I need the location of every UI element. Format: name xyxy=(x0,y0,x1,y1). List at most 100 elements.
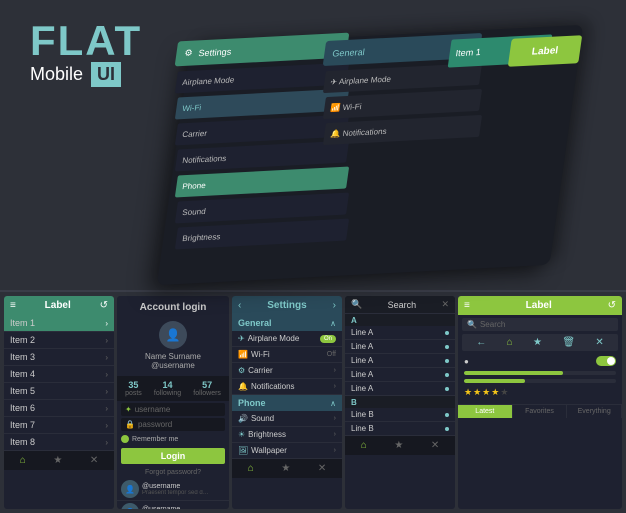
back-icon[interactable]: ← xyxy=(476,337,486,348)
carrier-icon: ⚙ xyxy=(238,366,245,375)
login-username: @username xyxy=(151,361,195,370)
right-refresh-icon: ↺ xyxy=(608,300,616,311)
settings-nav-star[interactable]: ★ xyxy=(281,463,290,474)
brightness-text: Brightness xyxy=(248,430,286,439)
menu-refresh-icon: ↺ xyxy=(100,300,108,311)
tab-favorites[interactable]: Favorites xyxy=(513,405,568,418)
right-hamburger-icon: ≡ xyxy=(464,300,470,311)
settings-sound-row[interactable]: 🔊 Sound › xyxy=(232,411,342,427)
login-name: Name Surname xyxy=(145,352,201,361)
list-item-b2[interactable]: Line B xyxy=(345,422,455,436)
settings-airplane-row[interactable]: ✈ Airplane Mode On xyxy=(232,331,342,347)
home-icon[interactable]: ⌂ xyxy=(507,337,513,348)
username-input-field[interactable]: ✦ username xyxy=(121,403,225,416)
forgot-password-link[interactable]: Forgot password? xyxy=(117,467,229,478)
iso-item1-text: Item 1 xyxy=(455,47,482,58)
title-flat: FLAT xyxy=(30,20,142,62)
settings-carrier-left: ⚙ Carrier xyxy=(238,366,273,375)
menu-item-8[interactable]: Item 8 › xyxy=(4,434,114,451)
search-close-icon[interactable]: ✕ xyxy=(441,299,449,310)
toggle-thumb xyxy=(607,357,615,365)
settings-wifi-left: 📶 Wi-Fi xyxy=(238,350,270,359)
list-item-a4[interactable]: Line A xyxy=(345,368,455,382)
icon-toolbar: ← ⌂ ★ 🗑 ✕ xyxy=(462,334,618,351)
menu-item-1[interactable]: Item 1 › xyxy=(4,315,114,332)
search-nav-close[interactable]: ✕ xyxy=(431,440,439,451)
tab-everything[interactable]: Everything xyxy=(567,405,622,418)
iso-illustration: ⚙ Settings Airplane Mode Wi-Fi Carrier N… xyxy=(155,15,585,280)
settings-header-label: Settings xyxy=(267,300,306,311)
settings-phone-header: Phone ∧ xyxy=(232,395,342,411)
settings-notif-row[interactable]: 🔔 Notifications › xyxy=(232,379,342,395)
title-ui: UI xyxy=(91,62,121,87)
iso-sound-text: Sound xyxy=(182,206,207,216)
settings-carrier-row[interactable]: ⚙ Carrier › xyxy=(232,363,342,379)
menu-item-5[interactable]: Item 5 › xyxy=(4,383,114,400)
lock-icon: 🔒 xyxy=(125,420,135,429)
progress-fill-2 xyxy=(464,379,525,383)
panel-menu: ≡ Label ↺ Item 1 › Item 2 › Item 3 › Ite… xyxy=(4,296,114,509)
wallpaper-arrow: › xyxy=(334,447,336,454)
general-label: General xyxy=(238,318,272,328)
nav-home-icon[interactable]: ⌂ xyxy=(20,455,26,466)
menu-item-7[interactable]: Item 7 › xyxy=(4,417,114,434)
login-avatar-section: 👤 Name Surname @username xyxy=(117,317,229,374)
settings-nav-close[interactable]: ✕ xyxy=(318,463,326,474)
iso-phone-text: Phone xyxy=(182,180,207,190)
list-item-a3[interactable]: Line A xyxy=(345,354,455,368)
trash-icon[interactable]: 🗑 xyxy=(562,337,575,348)
list-dot-a4 xyxy=(445,373,449,377)
settings-nav-home[interactable]: ⌂ xyxy=(248,463,254,474)
right-search-text: Search xyxy=(480,320,613,329)
star-icon[interactable]: ★ xyxy=(533,337,542,348)
stat-posts-label: posts xyxy=(125,390,142,397)
iso-settings-text: Settings xyxy=(198,46,232,58)
menu-item-2[interactable]: Item 2 › xyxy=(4,332,114,349)
menu-item-6[interactable]: Item 6 › xyxy=(4,400,114,417)
login-button[interactable]: Login xyxy=(121,448,225,464)
menu-arrow-1: › xyxy=(105,319,108,328)
search-nav-home[interactable]: ⌂ xyxy=(361,440,367,451)
settings-wallpaper-left: 🖼 Wallpaper xyxy=(238,446,287,455)
iso-phone-bg xyxy=(157,25,584,285)
close-icon[interactable]: ✕ xyxy=(595,337,603,348)
list-item-a5[interactable]: Line A xyxy=(345,382,455,396)
settings-wifi-row[interactable]: 📶 Wi-Fi Off xyxy=(232,347,342,363)
list-item-b2-text: Line B xyxy=(351,424,374,433)
remember-label: Remember me xyxy=(132,436,178,443)
menu-item-1-text: Item 1 xyxy=(10,318,35,328)
airplane-toggle[interactable]: On xyxy=(320,335,336,343)
menu-item-2-text: Item 2 xyxy=(10,335,35,345)
right-search-bar[interactable]: 🔍 Search xyxy=(462,318,618,331)
menu-item-3[interactable]: Item 3 › xyxy=(4,349,114,366)
settings-brightness-row[interactable]: ☀ Brightness › xyxy=(232,427,342,443)
login-label: Login xyxy=(161,451,186,461)
iso-settings-icon: ⚙ xyxy=(184,48,194,59)
tab-latest[interactable]: Latest xyxy=(458,405,513,418)
search-bottom-nav: ⌂ ★ ✕ xyxy=(345,436,455,455)
list-item-a2[interactable]: Line A xyxy=(345,340,455,354)
right-header: ≡ Label ↺ xyxy=(458,296,622,315)
search-nav-star[interactable]: ★ xyxy=(394,440,403,451)
right-header-label: Label xyxy=(526,300,552,311)
menu-panel-header: ≡ Label ↺ xyxy=(4,296,114,315)
toggle-control[interactable] xyxy=(596,356,616,366)
user-row-1: 👤 @username Praesent tempor sed dolor ul… xyxy=(117,478,229,501)
carrier-text: Carrier xyxy=(248,366,272,375)
carrier-arrow: › xyxy=(334,367,336,374)
toggle-row: ● xyxy=(458,353,622,369)
password-input-field[interactable]: 🔒 password xyxy=(121,418,225,431)
menu-item-8-text: Item 8 xyxy=(10,437,35,447)
list-item-b1[interactable]: Line B xyxy=(345,408,455,422)
menu-header-label: Label xyxy=(45,300,71,311)
list-item-a1[interactable]: Line A xyxy=(345,326,455,340)
nav-star-icon[interactable]: ★ xyxy=(53,455,62,466)
menu-item-4[interactable]: Item 4 › xyxy=(4,366,114,383)
menu-item-3-text: Item 3 xyxy=(10,352,35,362)
settings-wallpaper-row[interactable]: 🖼 Wallpaper › xyxy=(232,443,342,459)
list-dot-a2 xyxy=(445,345,449,349)
title-mobile: Mobile xyxy=(30,64,83,85)
settings-bottom-nav: ⌂ ★ ✕ xyxy=(232,459,342,478)
stat-posts: 35 posts xyxy=(125,380,142,397)
nav-close-icon[interactable]: ✕ xyxy=(90,455,98,466)
